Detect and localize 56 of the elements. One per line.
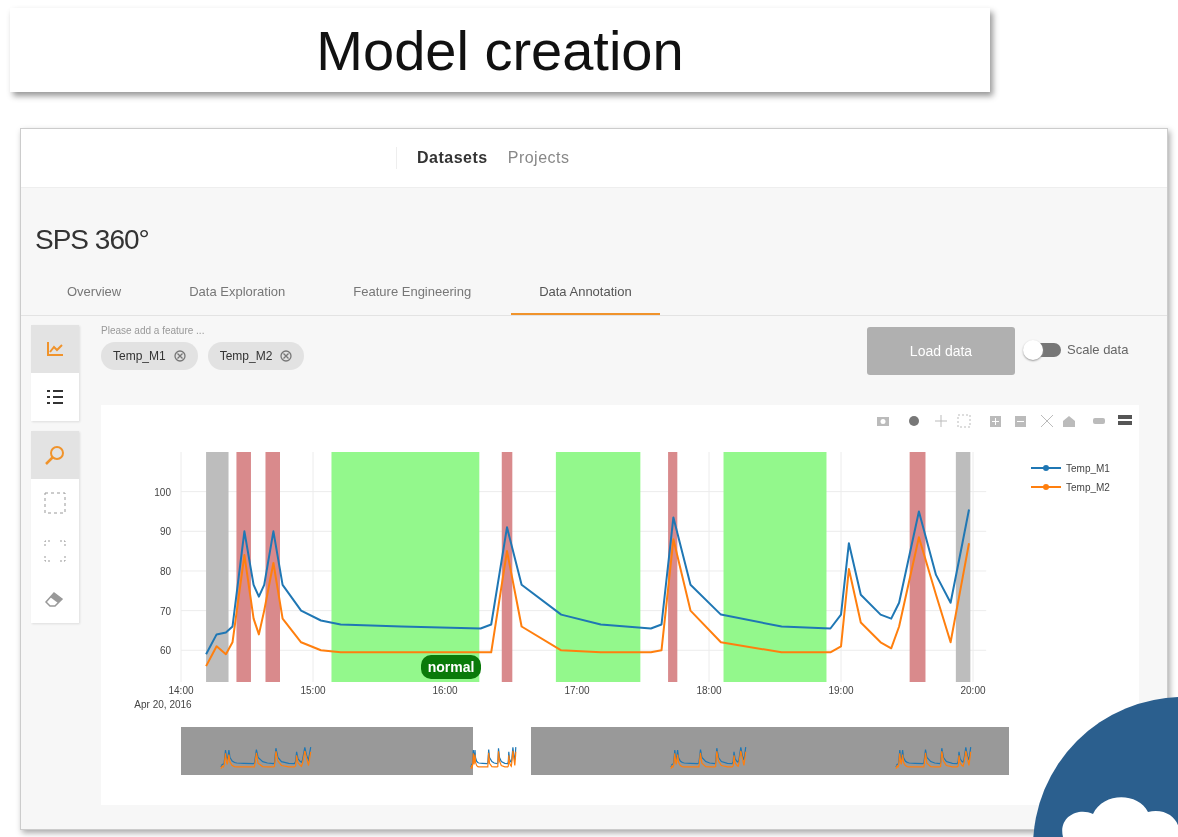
feature-chip[interactable]: Temp_M2 xyxy=(207,342,305,370)
tab[interactable]: Overview xyxy=(39,284,150,315)
autoscale-icon[interactable] xyxy=(1040,414,1054,428)
axis-tick-label: 60 xyxy=(159,645,171,657)
remove-icon[interactable] xyxy=(173,350,186,362)
legend-item[interactable]: Temp_M1 xyxy=(1030,463,1110,474)
chip-label: Temp_M1 xyxy=(113,349,166,363)
nav-link[interactable]: Projects xyxy=(507,149,570,167)
overview-strip-drawing[interactable] xyxy=(181,727,1009,775)
axis-tick-label: 20:00 xyxy=(960,685,986,696)
eraser-icon xyxy=(44,590,66,608)
annotation-band[interactable] xyxy=(501,452,513,682)
chip-label: Temp_M2 xyxy=(219,349,273,363)
dashed-corners-icon xyxy=(44,540,66,562)
eraser-tool-button[interactable] xyxy=(31,575,79,623)
axis-tick-label: 15:00 xyxy=(300,685,326,696)
tab[interactable]: Data Annotation xyxy=(511,284,660,315)
legend-item[interactable]: Temp_M2 xyxy=(1030,482,1110,493)
annotation-band[interactable] xyxy=(668,452,678,682)
box-select-icon xyxy=(44,492,66,514)
axis-tick-label: 16:00 xyxy=(432,685,458,696)
axis-tick-label: 100 xyxy=(154,486,171,498)
axis-tick-label: 80 xyxy=(159,565,171,577)
axis-tick-label: 14:00 xyxy=(168,685,194,696)
box-tool-button[interactable] xyxy=(31,479,79,527)
axis-tick-label: 90 xyxy=(159,526,171,538)
annotation-band[interactable] xyxy=(331,452,480,682)
zoom-tool-button[interactable] xyxy=(31,431,79,479)
search-icon xyxy=(44,444,66,466)
annotation-band[interactable] xyxy=(206,452,229,682)
tab[interactable]: Feature Engineering xyxy=(325,284,500,315)
axis-tick-label: 19:00 xyxy=(828,685,854,696)
list-icon xyxy=(46,389,64,405)
toggle-label: Scale data xyxy=(1067,342,1129,357)
zoom-out-icon[interactable] xyxy=(1015,416,1026,427)
remove-icon[interactable] xyxy=(280,350,293,362)
slide-title: Model creation xyxy=(10,8,990,92)
axis-tick-label: 70 xyxy=(159,605,171,617)
list-view-button[interactable] xyxy=(31,373,79,421)
annotation-band[interactable] xyxy=(909,452,926,682)
legend-label: Temp_M2 xyxy=(1066,482,1111,493)
annotation-band[interactable] xyxy=(955,452,971,682)
date-label: Apr 20, 2016 xyxy=(134,699,192,710)
project-title: SPS 360° xyxy=(34,223,150,256)
camera-icon[interactable] xyxy=(877,417,889,426)
axis-tick-label: 17:00 xyxy=(564,685,590,696)
nav-link[interactable]: Datasets xyxy=(417,149,488,167)
annotation-label: normal xyxy=(421,655,481,679)
zoom-in-icon[interactable] xyxy=(990,416,1001,427)
tab[interactable]: Data Exploration xyxy=(161,284,314,315)
home-icon[interactable] xyxy=(1063,416,1075,427)
line-chart-icon xyxy=(46,341,64,357)
legend-label: Temp_M1 xyxy=(1066,463,1111,474)
feature-chip[interactable]: Temp_M1 xyxy=(101,342,198,370)
annotation: normal xyxy=(427,659,475,675)
axis-tick-label: 18:00 xyxy=(696,685,722,696)
